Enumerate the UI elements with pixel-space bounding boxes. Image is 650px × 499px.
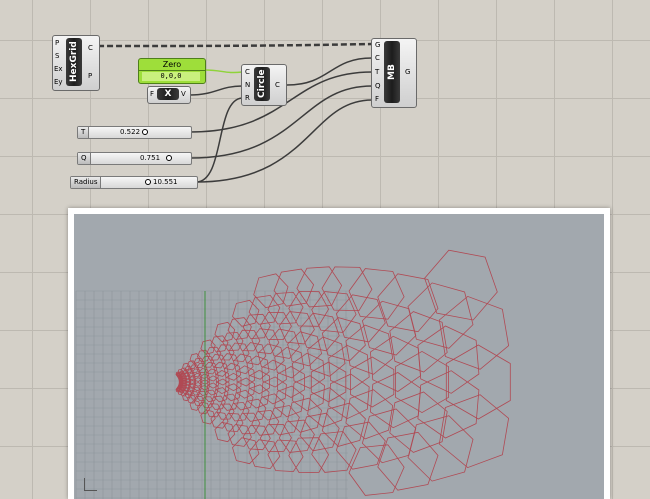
hexgrid-output-p[interactable]: P bbox=[88, 72, 92, 80]
circle-input-n[interactable]: N bbox=[245, 81, 250, 89]
mesh-cell bbox=[220, 353, 239, 371]
mesh-cell bbox=[407, 282, 474, 349]
mesh-cell bbox=[389, 391, 448, 453]
zero-title: Zero bbox=[139, 59, 205, 71]
mesh-cell bbox=[321, 266, 373, 312]
mesh-cell bbox=[288, 437, 330, 474]
mesh-cell bbox=[267, 439, 304, 473]
wire-x-to-circle[interactable] bbox=[189, 85, 243, 96]
mb-input-f[interactable]: F bbox=[375, 95, 379, 103]
mesh-cell bbox=[345, 324, 394, 375]
circle-input-r[interactable]: R bbox=[245, 94, 250, 102]
mesh-cell bbox=[424, 249, 498, 321]
slider-q-knob[interactable] bbox=[166, 155, 172, 161]
zero-value: 0,0,0 bbox=[142, 72, 200, 81]
mb-input-t[interactable]: T bbox=[375, 68, 379, 76]
slider-t-knob[interactable] bbox=[142, 129, 148, 135]
circle-output-c[interactable]: C bbox=[275, 81, 280, 89]
wire-hexgrid-to-mb[interactable] bbox=[97, 42, 373, 48]
mesh-cell bbox=[307, 336, 346, 377]
mesh-cell bbox=[268, 405, 300, 436]
hexgrid-input-ex[interactable]: Ex bbox=[54, 65, 63, 73]
mesh-cell bbox=[292, 352, 325, 389]
mesh-cell bbox=[267, 291, 304, 325]
mesh-cell bbox=[310, 361, 347, 403]
viewport-scene bbox=[75, 249, 511, 499]
hexgrid-input-ey[interactable]: Ey bbox=[54, 78, 63, 86]
hexgrid-input-p[interactable]: P bbox=[55, 39, 59, 47]
slider-radius-knob[interactable] bbox=[145, 179, 151, 185]
slider-radius[interactable]: Radius 10.551 bbox=[70, 176, 198, 189]
mesh-cell bbox=[345, 389, 394, 440]
x-vector-output-v[interactable]: V bbox=[181, 90, 186, 98]
slider-q[interactable]: Q 0.751 bbox=[77, 152, 192, 165]
slider-q-value: 0.751 bbox=[140, 154, 161, 162]
mesh-cell bbox=[438, 394, 510, 469]
wire-zero-to-circle[interactable] bbox=[204, 69, 243, 74]
mesh-cell bbox=[395, 350, 450, 414]
mesh-cell bbox=[328, 344, 370, 391]
hexgrid-component[interactable]: HexGrid P S Ex Ey C P bbox=[52, 35, 100, 91]
mesh-cell bbox=[407, 415, 474, 482]
wire-radius-to-circle[interactable] bbox=[195, 97, 243, 183]
slider-t[interactable]: T 0.522 bbox=[77, 126, 192, 139]
mesh-cell bbox=[307, 387, 346, 428]
mb-output-g[interactable]: G bbox=[405, 68, 410, 76]
slider-q-label: Q bbox=[78, 153, 91, 164]
slider-radius-label: Radius bbox=[71, 177, 102, 188]
hexgrid-output-c[interactable]: C bbox=[88, 44, 93, 52]
mb-input-g[interactable]: G bbox=[375, 41, 380, 49]
circle-title: Circle bbox=[257, 69, 267, 99]
mesh-cell bbox=[361, 408, 417, 464]
mb-title: MB bbox=[387, 64, 397, 80]
mb-input-q[interactable]: Q bbox=[375, 82, 381, 90]
hex-mesh bbox=[175, 249, 511, 496]
axis-icon bbox=[84, 478, 97, 491]
x-vector-title: X bbox=[164, 89, 172, 99]
x-vector-component[interactable]: X F V bbox=[147, 86, 191, 104]
circle-input-c[interactable]: C bbox=[245, 68, 250, 76]
mb-component[interactable]: MB G C T Q F G bbox=[371, 38, 417, 108]
hexgrid-title: HexGrid bbox=[69, 41, 79, 83]
hexgrid-input-s[interactable]: S bbox=[55, 52, 59, 60]
slider-t-value: 0.522 bbox=[120, 128, 141, 136]
zero-component[interactable]: Zero 0,0,0 bbox=[138, 58, 206, 84]
mesh-cell bbox=[350, 356, 395, 408]
wire-radius-to-mb[interactable] bbox=[195, 99, 373, 183]
slider-radius-value: 10.551 bbox=[153, 178, 178, 186]
mesh-cell bbox=[445, 344, 511, 420]
mesh-cell bbox=[389, 311, 448, 373]
x-vector-input-f[interactable]: F bbox=[150, 90, 154, 98]
mb-input-c[interactable]: C bbox=[375, 54, 380, 62]
rhino-viewport[interactable] bbox=[74, 214, 604, 499]
wire-circle-to-mb[interactable] bbox=[286, 57, 373, 86]
mesh-cell bbox=[361, 300, 417, 356]
slider-t-label: T bbox=[78, 127, 90, 138]
circle-component[interactable]: Circle C N R C bbox=[241, 64, 287, 106]
mesh-cell bbox=[438, 295, 510, 370]
